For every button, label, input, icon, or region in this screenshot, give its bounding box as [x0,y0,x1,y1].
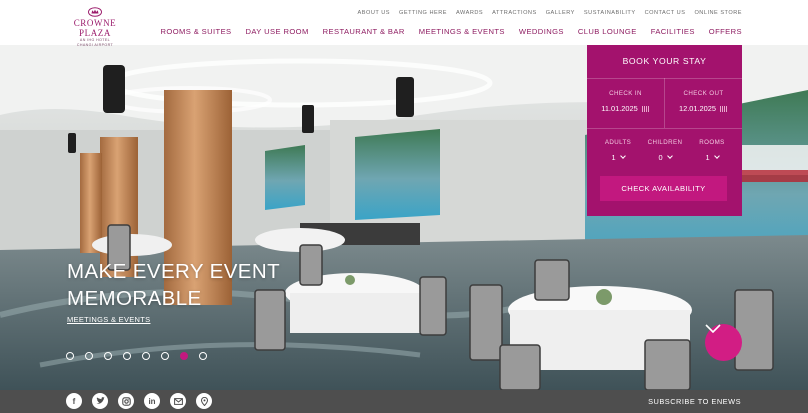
nav-getting-here[interactable]: GETTING HERE [399,10,447,16]
chevron-down-icon [713,153,720,159]
check-out-field[interactable]: CHECK OUT 12.01.2025 [665,90,742,113]
brand-sub-location: CHANGI AIRPORT [76,43,114,47]
crown-logo-icon [88,7,102,17]
nav-gallery[interactable]: GALLERY [546,10,575,16]
children-label: CHILDREN [647,139,683,146]
calendar-icon [641,106,650,112]
nav-club-lounge[interactable]: CLUB LOUNGE [578,27,637,36]
hero-meetings-events-link[interactable]: MEETINGS & EVENTS [67,315,150,324]
children-select[interactable]: CHILDREN 0 [642,139,688,162]
rooms-value: 1 [705,153,710,162]
subscribe-enews-link[interactable]: SUBSCRIBE TO ENEWS [648,397,741,406]
nav-rooms-suites[interactable]: ROOMS & SUITES [161,27,232,36]
hero-title: MAKE EVERY EVENT MEMORABLE [67,258,327,312]
site-header: CROWNE PLAZA AN IHG HOTEL CHANGI AIRPORT… [0,0,808,48]
adults-label: ADULTS [604,139,632,146]
check-in-field[interactable]: CHECK IN 11.01.2025 [587,90,664,113]
brand-name: CROWNE PLAZA [73,18,117,38]
booking-title: BOOK YOUR STAY [622,56,707,66]
calendar-icon [720,106,728,112]
slide-dot-1[interactable] [66,352,74,360]
slide-dot-8[interactable] [199,352,207,360]
nav-contact-us[interactable]: CONTACT US [645,10,686,16]
footer-bar: f in SUBSCRIBE TO ENEWS [0,390,808,413]
chevron-down-icon [705,324,721,333]
nav-day-use-room[interactable]: DAY USE ROOM [246,27,309,36]
slide-dot-6[interactable] [161,352,169,360]
nav-meetings-events[interactable]: MEETINGS & EVENTS [419,27,505,36]
hero-title-line-2: MEMORABLE [67,287,202,310]
adults-value: 1 [611,153,616,162]
children-value: 0 [658,153,663,162]
slide-dot-5[interactable] [142,352,150,360]
nav-restaurant-bar[interactable]: RESTAURANT & BAR [323,27,405,36]
nav-sustainability[interactable]: SUSTAINABILITY [584,10,636,16]
main-nav: ROOMS & SUITES DAY USE ROOM RESTAURANT &… [161,27,743,36]
adults-select[interactable]: ADULTS 1 [595,139,641,162]
rooms-select[interactable]: ROOMS 1 [689,139,735,162]
nav-weddings[interactable]: WEDDINGS [519,27,564,36]
booking-divider-mid [587,128,742,129]
slide-dot-2[interactable] [85,352,93,360]
booking-widget: BOOK YOUR STAY CHECK IN 11.01.2025 CHECK… [587,45,742,216]
check-availability-button[interactable]: CHECK AVAILABILITY [600,176,727,201]
slide-indicators [66,352,207,360]
slide-dot-3[interactable] [104,352,112,360]
email-icon[interactable] [170,393,186,409]
chevron-down-icon [666,153,673,159]
scroll-down-button[interactable] [705,324,742,361]
page: CROWNE PLAZA AN IHG HOTEL CHANGI AIRPORT… [0,0,808,413]
chevron-down-icon [619,153,626,159]
social-links: f in [66,393,212,409]
nav-about-us[interactable]: ABOUT US [358,10,391,16]
facebook-icon[interactable]: f [66,393,82,409]
brand-logo[interactable]: CROWNE PLAZA AN IHG HOTEL CHANGI AIRPORT [62,7,128,48]
check-in-value: 11.01.2025 [601,104,638,113]
nav-online-store[interactable]: ONLINE STORE [694,10,742,16]
location-icon[interactable] [196,393,212,409]
slide-dot-7[interactable] [180,352,188,360]
nav-offers[interactable]: OFFERS [709,27,742,36]
instagram-icon[interactable] [118,393,134,409]
nav-facilities[interactable]: FACILITIES [651,27,695,36]
check-out-label: CHECK OUT [683,90,724,97]
rooms-label: ROOMS [699,139,725,146]
check-in-label: CHECK IN [609,90,642,97]
check-out-value: 12.01.2025 [679,104,716,113]
slide-dot-4[interactable] [123,352,131,360]
utility-nav: ABOUT US GETTING HERE AWARDS ATTRACTIONS… [358,10,742,16]
twitter-icon[interactable] [92,393,108,409]
nav-attractions[interactable]: ATTRACTIONS [492,10,537,16]
nav-awards[interactable]: AWARDS [456,10,483,16]
linkedin-icon[interactable]: in [144,393,160,409]
hero-title-line-1: MAKE EVERY EVENT [67,260,280,283]
